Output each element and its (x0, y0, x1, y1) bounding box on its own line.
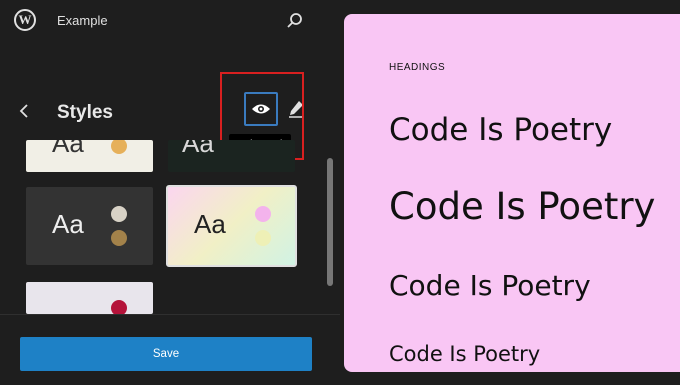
style-variation-card[interactable]: Aa (168, 140, 295, 172)
color-swatch (111, 300, 127, 314)
style-variation-card-selected[interactable]: Aa (166, 185, 297, 267)
style-variation-card[interactable]: Aa (26, 140, 153, 172)
heading-h3: Code Is Poetry (389, 269, 591, 302)
card-sample-text: Aa (52, 140, 84, 158)
heading-h2: Code Is Poetry (389, 185, 656, 228)
card-sample-text: Aa (194, 209, 226, 239)
wordpress-logo-icon[interactable]: W (14, 9, 36, 31)
save-button[interactable]: Save (20, 337, 312, 371)
heading-h1: Code Is Poetry (389, 112, 613, 148)
heading-h4: Code Is Poetry (389, 342, 541, 366)
footer-divider (0, 314, 340, 315)
card-sample-text: Aa (52, 209, 84, 239)
scrollbar[interactable] (327, 158, 333, 286)
color-swatch (111, 230, 127, 246)
color-swatch (255, 206, 271, 222)
section-label: HEADINGS (389, 62, 446, 73)
style-variation-card[interactable] (26, 282, 153, 314)
style-book-preview: HEADINGS Code Is Poetry Code Is Poetry C… (344, 14, 680, 372)
color-swatch (255, 230, 271, 246)
back-chevron-icon[interactable] (16, 100, 34, 122)
style-variation-card[interactable]: Aa (26, 187, 153, 265)
site-title: Example (57, 13, 108, 28)
search-icon[interactable] (286, 12, 304, 30)
panel-title: Styles (57, 102, 113, 123)
color-swatch (111, 206, 127, 222)
color-swatch (111, 140, 127, 154)
card-sample-text: Aa (182, 140, 214, 158)
